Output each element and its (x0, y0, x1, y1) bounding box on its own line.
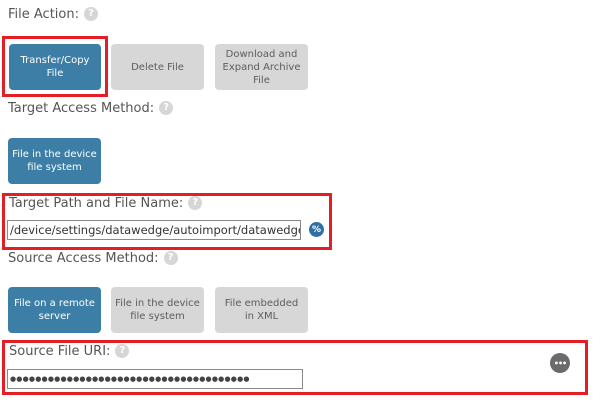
target-device-file-system-button[interactable]: File in the device file system (8, 138, 101, 184)
help-icon[interactable]: ? (83, 6, 98, 21)
source-device-file-system-button[interactable]: File in the device file system (111, 287, 204, 333)
file-settings-panel: File Action:? Transfer/Copy File Delete … (0, 0, 603, 418)
download-expand-archive-button[interactable]: Download and Expand Archive File (215, 44, 308, 90)
target-access-label: Target Access Method: (8, 101, 155, 116)
file-action-label: File Action: (8, 7, 79, 22)
delete-file-button[interactable]: Delete File (111, 44, 204, 90)
source-remote-server-button[interactable]: File on a remote server (8, 287, 101, 333)
source-access-label: Source Access Method: (8, 251, 159, 266)
source-uri-password-input[interactable]: ●●●●●●●●●●●●●●●●●●●●●●●●●●●●●●●●●●●●●● (7, 369, 303, 389)
target-path-label: Target Path and File Name: (9, 196, 184, 211)
help-icon[interactable]: ? (188, 195, 203, 210)
variable-percent-icon[interactable]: % (309, 222, 324, 237)
more-options-icon[interactable]: ••• (550, 353, 570, 373)
help-icon[interactable]: ? (115, 343, 130, 358)
file-action-label-row: File Action:? (8, 6, 98, 23)
source-access-label-row: Source Access Method:? (8, 250, 178, 267)
source-embedded-xml-button[interactable]: File embedded in XML (215, 287, 308, 333)
help-icon[interactable]: ? (159, 100, 174, 115)
transfer-copy-file-button[interactable]: Transfer/Copy File (9, 44, 101, 90)
target-access-label-row: Target Access Method:? (8, 100, 174, 117)
help-icon[interactable]: ? (163, 250, 178, 265)
target-path-input[interactable]: /device/settings/datawedge/autoimport/da… (7, 220, 301, 240)
source-uri-label: Source File URI: (9, 344, 111, 359)
source-uri-label-row: Source File URI:? (9, 343, 130, 360)
target-path-label-row: Target Path and File Name:? (9, 195, 203, 212)
